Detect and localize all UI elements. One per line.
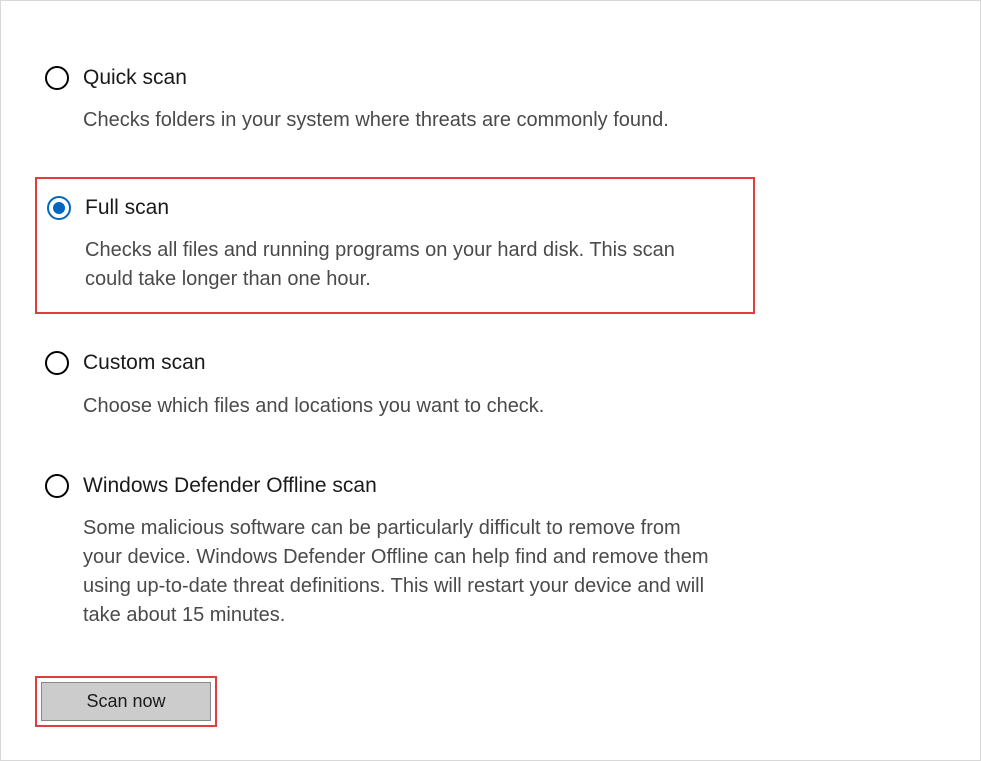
scan-option-full[interactable]: Full scan Checks all files and running p… xyxy=(35,177,755,314)
button-row: Scan now xyxy=(35,676,946,727)
radio-quick-scan[interactable] xyxy=(45,66,69,90)
radio-offline-scan[interactable] xyxy=(45,474,69,498)
scan-option-quick[interactable]: Quick scan Checks folders in your system… xyxy=(35,59,755,145)
radio-wrap xyxy=(39,195,79,220)
radio-full-scan[interactable] xyxy=(47,196,71,220)
scan-now-button[interactable]: Scan now xyxy=(41,682,211,721)
option-title-custom: Custom scan xyxy=(83,350,749,375)
option-title-quick: Quick scan xyxy=(83,65,749,90)
option-content: Quick scan Checks folders in your system… xyxy=(77,65,749,135)
option-desc-offline: Some malicious software can be particula… xyxy=(83,514,723,630)
scan-option-offline[interactable]: Windows Defender Offline scan Some malic… xyxy=(35,467,755,640)
option-content: Custom scan Choose which files and locat… xyxy=(77,350,749,420)
radio-wrap xyxy=(37,350,77,375)
radio-custom-scan[interactable] xyxy=(45,351,69,375)
option-content: Full scan Checks all files and running p… xyxy=(79,195,747,294)
option-desc-custom: Choose which files and locations you wan… xyxy=(83,392,723,421)
option-title-offline: Windows Defender Offline scan xyxy=(83,473,749,498)
option-desc-full: Checks all files and running programs on… xyxy=(85,236,725,294)
option-content: Windows Defender Offline scan Some malic… xyxy=(77,473,749,630)
scan-option-custom[interactable]: Custom scan Choose which files and locat… xyxy=(35,344,755,430)
radio-wrap xyxy=(37,65,77,90)
scan-button-highlight: Scan now xyxy=(35,676,217,727)
radio-wrap xyxy=(37,473,77,498)
option-title-full: Full scan xyxy=(85,195,747,220)
option-desc-quick: Checks folders in your system where thre… xyxy=(83,106,723,135)
